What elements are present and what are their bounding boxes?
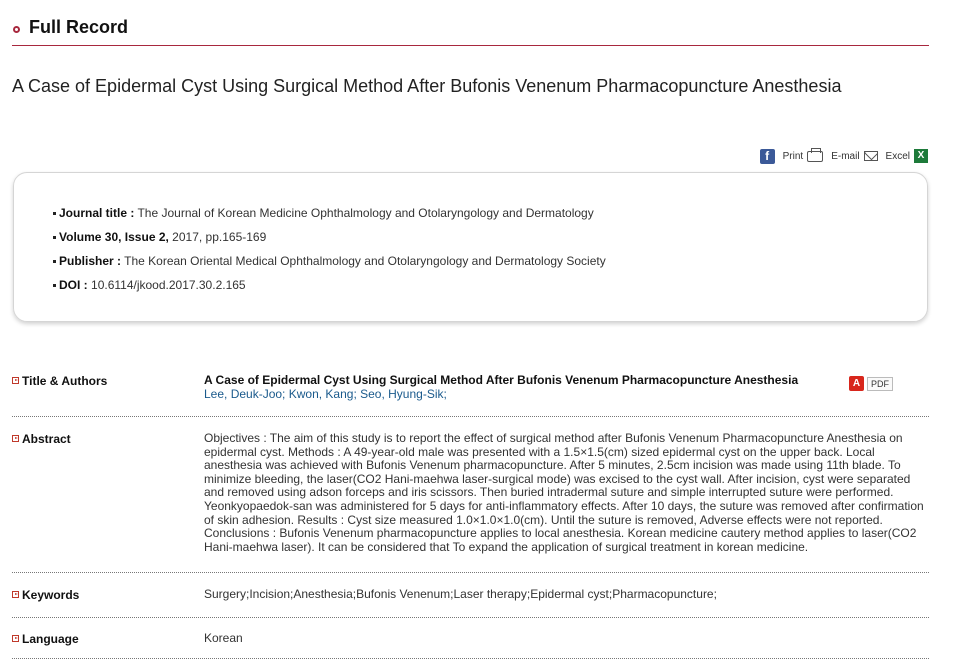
author-link[interactable]: Kwon, Kang; (289, 387, 357, 401)
print-label: Print (782, 150, 804, 162)
language-text: Korean (204, 631, 243, 645)
bullet-square-icon (53, 284, 56, 288)
email-button[interactable]: E-mail (831, 150, 878, 162)
excel-button[interactable]: Excel X (886, 149, 928, 163)
journal-title-value: The Journal of Korean Medicine Ophthalmo… (137, 206, 594, 220)
pdf-download-button[interactable]: A PDF (849, 376, 893, 391)
publisher-label: Publisher : (59, 254, 122, 268)
title-authors-label: Title & Authors (12, 374, 107, 388)
author-list: Lee, Deuk-Joo; Kwon, Kang; Seo, Hyung-Si… (204, 387, 798, 402)
facebook-icon: f (759, 148, 775, 164)
header-title: Full Record (29, 17, 129, 37)
email-label: E-mail (831, 150, 860, 162)
bullet-square-icon (53, 212, 56, 216)
volume-row: Volume 30, Issue 2, 2017, pp.165-169 (53, 230, 266, 244)
bullet-icon (13, 26, 20, 33)
keywords-section: Keywords Surgery;Incision;Anesthesia;Buf… (12, 587, 929, 618)
publisher-row: Publisher : The Korean Oriental Medical … (53, 254, 606, 268)
volume-label: Volume 30, Issue 2, (59, 230, 169, 244)
share-toolbar: f Print E-mail Excel X (752, 147, 928, 164)
arrow-box-icon (12, 435, 19, 442)
facebook-share-button[interactable]: f (759, 148, 775, 164)
doi-value[interactable]: 10.6114/jkood.2017.30.2.165 (91, 278, 246, 292)
title-authors-section: Title & Authors A Case of Epidermal Cyst… (12, 373, 929, 417)
author-link[interactable]: Seo, Hyung-Sik; (360, 387, 447, 401)
abstract-label: Abstract (12, 432, 71, 446)
abstract-text: Objectives : The aim of this study is to… (204, 431, 924, 554)
doi-row: DOI : 10.6114/jkood.2017.30.2.165 (53, 278, 246, 292)
arrow-box-icon (12, 591, 19, 598)
bullet-square-icon (53, 236, 56, 240)
print-button[interactable]: Print (782, 147, 824, 162)
record-title: A Case of Epidermal Cyst Using Surgical … (12, 76, 842, 96)
pdf-icon: A (849, 376, 864, 391)
pdf-label: PDF (867, 376, 893, 391)
author-link[interactable]: Lee, Deuk-Joo; (204, 387, 285, 401)
journal-title-label: Journal title : (59, 206, 135, 220)
journal-info-box: Journal title : The Journal of Korean Me… (13, 172, 928, 322)
excel-icon: X (914, 149, 928, 163)
language-label: Language (12, 632, 79, 646)
printer-icon (807, 147, 824, 162)
language-section: Language Korean (12, 631, 929, 659)
paper-title: A Case of Epidermal Cyst Using Surgical … (204, 373, 799, 387)
publisher-value: The Korean Oriental Medical Ophthalmolog… (124, 254, 606, 268)
excel-label: Excel (885, 150, 910, 162)
keywords-label: Keywords (12, 588, 79, 602)
abstract-section: Abstract Objectives : The aim of this st… (12, 431, 929, 573)
arrow-box-icon (12, 635, 19, 642)
arrow-box-icon (12, 377, 19, 384)
full-record-header: Full Record (12, 17, 929, 46)
doi-label: DOI : (59, 278, 88, 292)
title-authors-content: A Case of Epidermal Cyst Using Surgical … (204, 373, 799, 402)
keywords-text: Surgery;Incision;Anesthesia;Bufonis Vene… (204, 587, 717, 601)
bullet-square-icon (53, 260, 56, 264)
journal-title-row: Journal title : The Journal of Korean Me… (53, 206, 594, 220)
volume-value: 2017, pp.165-169 (172, 230, 267, 244)
envelope-icon (863, 151, 878, 161)
